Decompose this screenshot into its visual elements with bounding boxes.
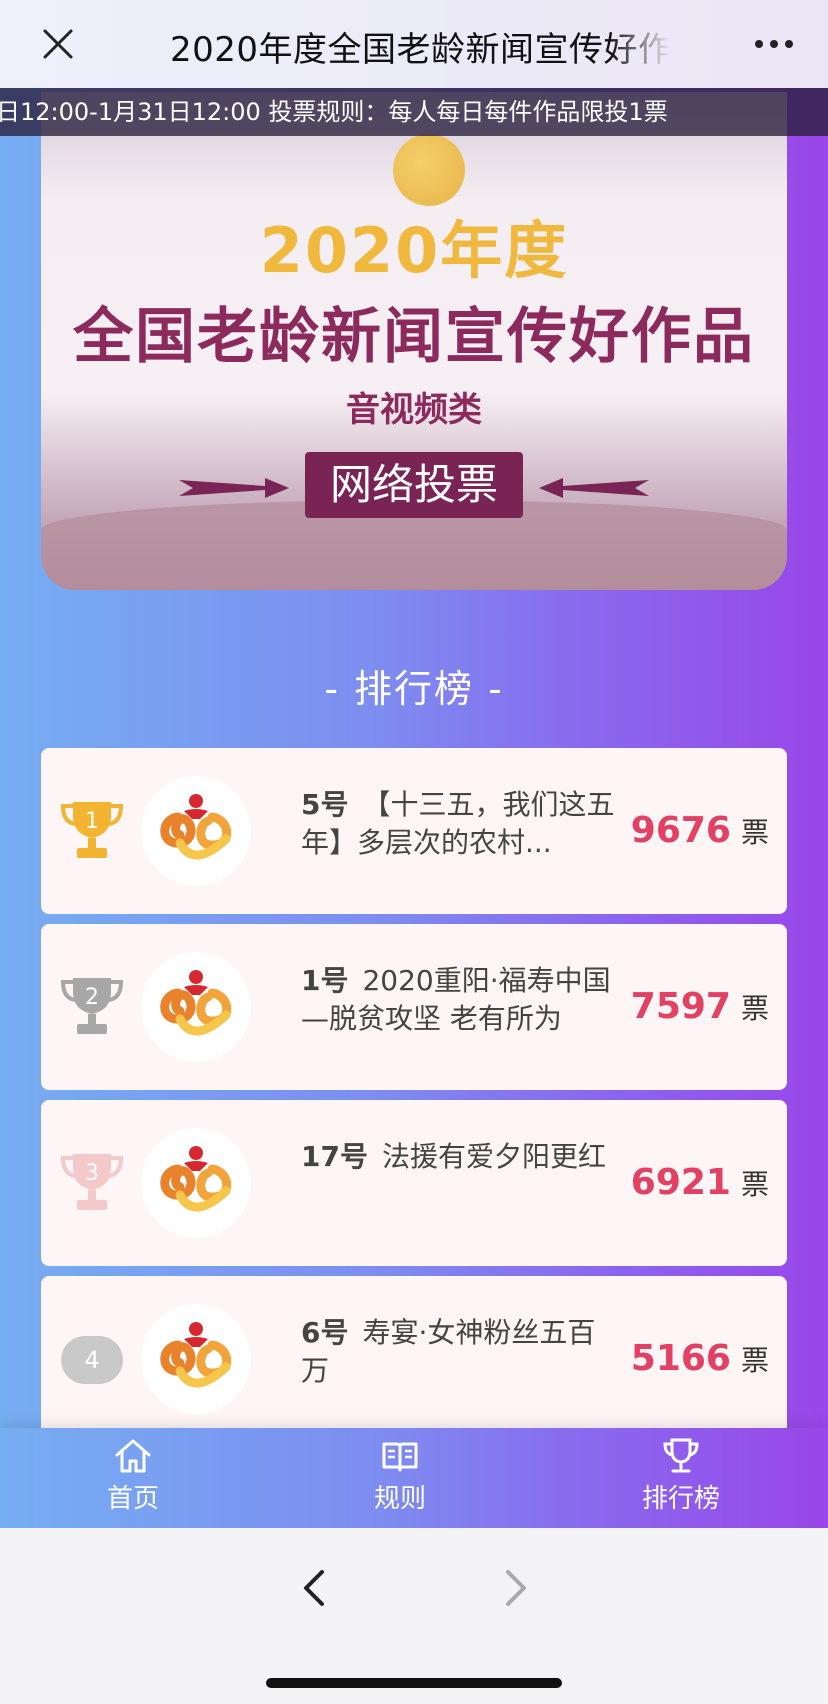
tab-ranking[interactable]: 排行榜 [611, 1436, 751, 1522]
rank-number: 3 [85, 1161, 99, 1186]
entry-title: 6号 寿宴·女神粉丝五百万 [301, 1314, 621, 1390]
entry-number: 5号 [301, 788, 349, 821]
entry-title: 1号 2020重阳·福寿中国—脱贫攻坚 老有所为 [301, 962, 621, 1038]
banner-title: 全国老龄新闻宣传好作品 [73, 302, 755, 372]
entry-name: 法援有爱夕阳更红 [381, 1140, 606, 1173]
avatar [141, 1304, 251, 1414]
rank-number: 2 [85, 985, 99, 1010]
vote-count: 9676 票 [631, 810, 769, 851]
page-title: 2020年度全国老龄新闻宣传好作品 [170, 30, 670, 70]
tab-ranking-label: 排行榜 [641, 1484, 720, 1514]
entry-title: 5号 【十三五，我们这五年】多层次的农村... [301, 786, 621, 862]
arrow-left-icon [539, 478, 649, 498]
logo-icon [160, 970, 232, 1036]
close-icon [43, 29, 73, 59]
vote-count: 6921 票 [631, 1162, 769, 1203]
vote-number: 7597 [630, 986, 731, 1027]
logo-icon [160, 1322, 232, 1388]
ranking-card[interactable]: 1 5号 【十三五，我们这五年】多层次的农村... 9676 票 [41, 748, 787, 914]
vote-number: 5166 [630, 1338, 731, 1379]
trophy-icon [663, 1438, 699, 1473]
bottom-tabbar: 首页 规则 排行榜 [0, 1428, 828, 1528]
chevron-right-icon [506, 1570, 526, 1606]
vote-unit: 票 [740, 992, 769, 1025]
vote-unit: 票 [740, 1168, 769, 1201]
ranking-card[interactable]: 4 6号 寿宴·女神粉丝五百万 5166 票 [41, 1276, 787, 1428]
entry-number: 6号 [301, 1316, 349, 1349]
vote-count: 5166 票 [631, 1338, 769, 1379]
entry-number: 17号 [301, 1140, 368, 1173]
avatar [141, 1128, 251, 1238]
more-icon [755, 40, 793, 48]
logo-icon [160, 794, 232, 860]
vote-number: 9676 [630, 810, 731, 851]
nav-header: 2020年度全国老龄新闻宣传好作品 [0, 0, 828, 88]
more-button[interactable] [742, 16, 806, 72]
tab-rules[interactable]: 规则 [330, 1436, 470, 1522]
entry-title: 17号 法援有爱夕阳更红 [301, 1138, 621, 1176]
arrow-right-icon [179, 478, 289, 498]
banner-vote-label: 网络投票 [305, 452, 523, 518]
browser-nav-bar [0, 1528, 828, 1704]
notice-marquee: 日12:00-1月31日12:00 投票规则：每人每日每件作品限投1票 [0, 88, 828, 136]
forward-button[interactable] [490, 1558, 540, 1618]
vote-number: 6921 [630, 1162, 731, 1203]
tab-home[interactable]: 首页 [63, 1436, 203, 1522]
close-button[interactable] [30, 16, 86, 72]
banner-category: 音视频类 [346, 390, 482, 430]
gold-trophy-icon: 1 [60, 802, 124, 858]
chevron-left-icon [304, 1570, 324, 1606]
rank-number: 1 [85, 809, 99, 834]
tab-rules-label: 规则 [373, 1484, 426, 1514]
back-button[interactable] [290, 1558, 340, 1618]
vote-unit: 票 [740, 816, 769, 849]
avatar [141, 776, 251, 886]
banner: 2020年度 全国老龄新闻宣传好作品 音视频类 网络投票 [41, 92, 787, 590]
ranking-card[interactable]: 2 1号 2020重阳·福寿中国—脱贫攻坚 老有所为 7597 票 [41, 924, 787, 1090]
logo-icon [160, 1146, 232, 1212]
ranking-card[interactable]: 3 17号 法援有爱夕阳更红 6921 票 [41, 1100, 787, 1266]
avatar [141, 952, 251, 1062]
entry-name: 【十三五，我们这五年】多层次的农村... [301, 788, 615, 859]
rank-badge: 4 [61, 1336, 123, 1384]
book-icon [382, 1442, 418, 1472]
main-content[interactable]: 日12:00-1月31日12:00 投票规则：每人每日每件作品限投1票 2020… [0, 88, 828, 1428]
vote-count: 7597 票 [631, 986, 769, 1027]
home-icon [115, 1439, 151, 1473]
entry-number: 1号 [301, 964, 349, 997]
vote-unit: 票 [740, 1344, 769, 1377]
silver-trophy-icon: 2 [60, 978, 124, 1034]
bronze-trophy-icon: 3 [60, 1154, 124, 1210]
home-indicator [266, 1678, 562, 1688]
ranking-title: - 排行榜 - [324, 667, 504, 711]
banner-year: 2020年度 [259, 214, 569, 287]
sun-decoration [393, 134, 465, 206]
notice-text: 日12:00-1月31日12:00 投票规则：每人每日每件作品限投1票 [0, 98, 668, 126]
tab-home-label: 首页 [106, 1484, 159, 1514]
